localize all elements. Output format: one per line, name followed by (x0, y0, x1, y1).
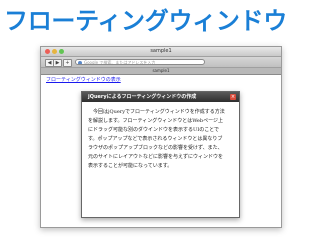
tab-sample1[interactable]: sample1 (41, 68, 281, 74)
dialog-title: jQueryによるフローティングウィンドウの作成 (88, 94, 197, 100)
dialog-text-line: 表示することが可能になっています。 (88, 163, 173, 169)
address-bar[interactable]: Google で検索、またはアドレスを入力 (75, 59, 205, 65)
page-headline: フローティングウィンドウ (4, 7, 287, 35)
tab-bar: sample1 (41, 68, 281, 75)
browser-toolbar: ◀ ▶ + Google で検索、またはアドレスを入力 (41, 57, 281, 68)
forward-button[interactable]: ▶ (53, 59, 62, 67)
close-icon[interactable]: × (230, 94, 236, 100)
dialog-text-line: 元のサイトにレイアウトなどに影響を与えずにウィンドウを (88, 154, 224, 160)
window-title: sample1 (150, 48, 172, 54)
address-placeholder: Google で検索、またはアドレスを入力 (84, 60, 156, 65)
search-icon (78, 61, 82, 64)
page-content: フローティングウィンドウの表示 jQueryによるフローティングウィンドウの作成… (41, 75, 281, 227)
browser-window: sample1 ◀ ▶ + Google で検索、またはアドレスを入力 samp… (40, 46, 282, 228)
new-tab-button[interactable]: + (63, 59, 72, 67)
dialog-text-line: 今回はjQueryでフローティングウィンドウを作成する方法 (88, 109, 225, 115)
window-titlebar: sample1 (41, 47, 281, 57)
dialog-body: 今回はjQueryでフローティングウィンドウを作成する方法 を解説します。フロー… (88, 108, 234, 171)
dialog-text-line: ラウザのポップアップブロックなどの影響を受けず、また、 (88, 145, 223, 151)
dialog-text-line: にドラッグ可能な別のダウインドウを表示するUIのことで (88, 127, 220, 133)
floating-window-dialog[interactable]: jQueryによるフローティングウィンドウの作成 × 今回はjQueryでフロー… (81, 91, 240, 218)
dialog-text-line: す。ポップアップなどで表示されるウィンドウとは異なりブ (88, 136, 223, 142)
dialog-header[interactable]: jQueryによるフローティングウィンドウの作成 × (82, 92, 239, 102)
dialog-text-line: を解説します。フローティングウィンドウとはWebページ上 (88, 118, 223, 124)
show-floating-window-link[interactable]: フローティングウィンドウの表示 (46, 77, 121, 83)
